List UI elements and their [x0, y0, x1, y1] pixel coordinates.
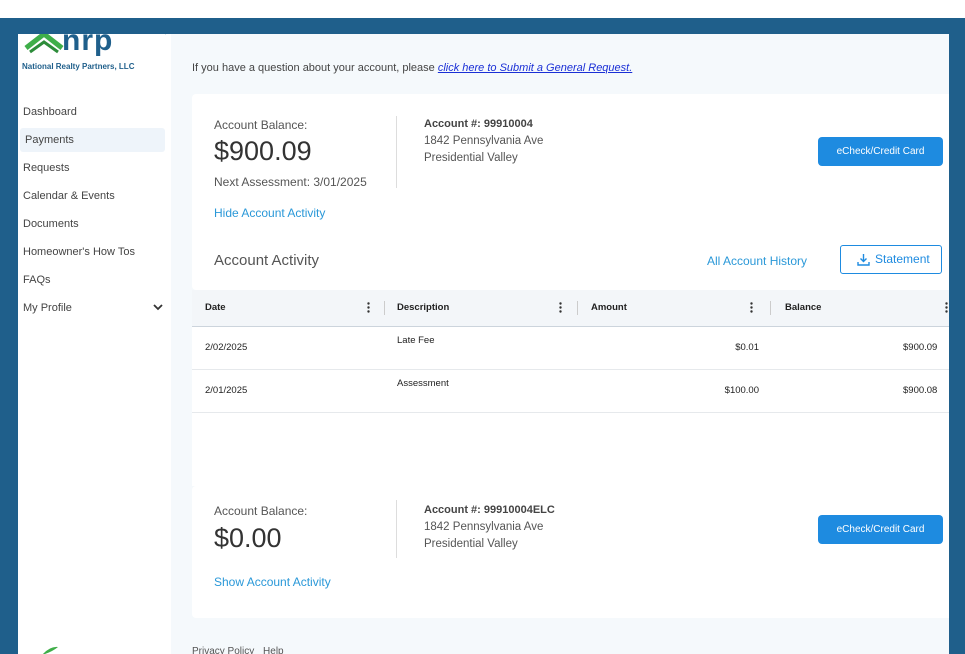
general-request-link[interactable]: click here to Submit a General Request. [438, 62, 632, 74]
app-frame: nrp National Realty Partners, LLC Dashbo… [18, 34, 949, 654]
balance-amount: $0.00 [214, 523, 282, 553]
address-line: 1842 Pennsylvania Ave [424, 521, 544, 533]
cell-amount: $0.01 [735, 342, 759, 353]
column-separator [770, 301, 771, 315]
address-city: Presidential Valley [424, 538, 518, 550]
leaf-decoration-icon [42, 646, 58, 654]
balance-label: Account Balance: [214, 504, 308, 518]
sidebar-item-documents[interactable]: Documents [18, 212, 171, 236]
column-separator [384, 301, 385, 315]
cell-balance: $900.09 [903, 342, 938, 353]
sidebar: nrp National Realty Partners, LLC Dashbo… [18, 34, 171, 654]
column-menu-icon[interactable] [945, 302, 948, 313]
collapse-sidebar-icon[interactable] [162, 34, 172, 42]
browser-top-strip [0, 0, 965, 18]
sidebar-item-calendar-events[interactable]: Calendar & Events [18, 184, 171, 208]
footer-links: Privacy Policy Help [192, 646, 284, 654]
sidebar-nav: Dashboard Payments Requests Calendar & E… [18, 100, 171, 324]
sidebar-item-label: My Profile [23, 302, 72, 314]
account-card: Account Balance: $900.09 Next Assessment… [192, 94, 949, 290]
cell-date: 2/02/2025 [205, 342, 248, 353]
echeck-credit-card-button[interactable]: eCheck/Credit Card [818, 137, 943, 166]
all-account-history-link[interactable]: All Account History [707, 254, 807, 268]
download-icon [857, 254, 870, 266]
sidebar-item-faqs[interactable]: FAQs [18, 268, 171, 292]
sidebar-item-label: Dashboard [23, 106, 77, 118]
cell-amount: $100.00 [724, 385, 759, 396]
column-header-balance[interactable]: Balance [785, 290, 821, 326]
sidebar-item-label: Calendar & Events [23, 190, 115, 202]
account-card: Account Balance: $0.00 Show Account Acti… [192, 486, 949, 618]
column-menu-icon[interactable] [559, 302, 562, 313]
statement-label: Statement [875, 252, 930, 266]
logo-wordmark: nrp [62, 34, 114, 57]
column-header-description[interactable]: Description [397, 290, 449, 326]
sidebar-item-label: Homeowner's How Tos [23, 246, 135, 258]
main-content: If you have a question about your accoun… [188, 34, 949, 654]
sidebar-item-dashboard[interactable]: Dashboard [18, 100, 171, 124]
general-request-notice: If you have a question about your accoun… [192, 62, 632, 74]
sidebar-item-label: Payments [25, 134, 74, 146]
cell-description: Late Fee [397, 335, 435, 346]
table-row[interactable]: 2/02/2025 Late Fee $0.01 $900.09 [192, 327, 949, 370]
hide-activity-link[interactable]: Hide Account Activity [214, 206, 325, 220]
show-activity-link[interactable]: Show Account Activity [214, 575, 331, 589]
sidebar-item-my-profile[interactable]: My Profile [18, 296, 171, 320]
echeck-credit-card-button[interactable]: eCheck/Credit Card [818, 515, 943, 544]
sidebar-item-label: FAQs [23, 274, 51, 286]
house-logo-icon [24, 34, 64, 54]
sidebar-item-payments[interactable]: Payments [20, 128, 165, 152]
company-name: National Realty Partners, LLC [22, 62, 135, 71]
balance-amount: $900.09 [214, 136, 312, 166]
sidebar-item-label: Documents [23, 218, 79, 230]
account-activity-title: Account Activity [214, 252, 320, 269]
table-row[interactable]: 2/01/2025 Assessment $100.00 $900.08 [192, 370, 949, 413]
column-separator [577, 301, 578, 315]
privacy-policy-link[interactable]: Privacy Policy [192, 646, 254, 654]
vertical-divider [396, 500, 397, 558]
chevron-down-icon [153, 304, 163, 311]
sidebar-item-label: Requests [23, 162, 70, 174]
vertical-divider [396, 116, 397, 188]
sidebar-item-how-tos[interactable]: Homeowner's How Tos [18, 240, 171, 264]
column-menu-icon[interactable] [367, 302, 370, 313]
notice-text: If you have a question about your accoun… [192, 62, 438, 74]
help-link[interactable]: Help [263, 646, 284, 654]
cell-description: Assessment [397, 378, 449, 389]
account-number: Account #: 99910004 [424, 118, 533, 130]
address-city: Presidential Valley [424, 152, 518, 164]
activity-table: Date Description Amount Balance 2/02/202… [192, 290, 949, 486]
account-number: Account #: 99910004ELC [424, 504, 555, 516]
sidebar-item-requests[interactable]: Requests [18, 156, 171, 180]
balance-label: Account Balance: [214, 118, 308, 132]
next-assessment: Next Assessment: 3/01/2025 [214, 175, 367, 189]
column-menu-icon[interactable] [750, 302, 753, 313]
cell-date: 2/01/2025 [205, 385, 248, 396]
company-logo[interactable]: nrp National Realty Partners, LLC [22, 34, 162, 74]
address-line: 1842 Pennsylvania Ave [424, 135, 544, 147]
cell-balance: $900.08 [903, 385, 938, 396]
column-header-date[interactable]: Date [205, 290, 226, 326]
statement-button[interactable]: Statement [840, 245, 942, 274]
table-header: Date Description Amount Balance [192, 290, 949, 327]
column-header-amount[interactable]: Amount [591, 290, 627, 326]
